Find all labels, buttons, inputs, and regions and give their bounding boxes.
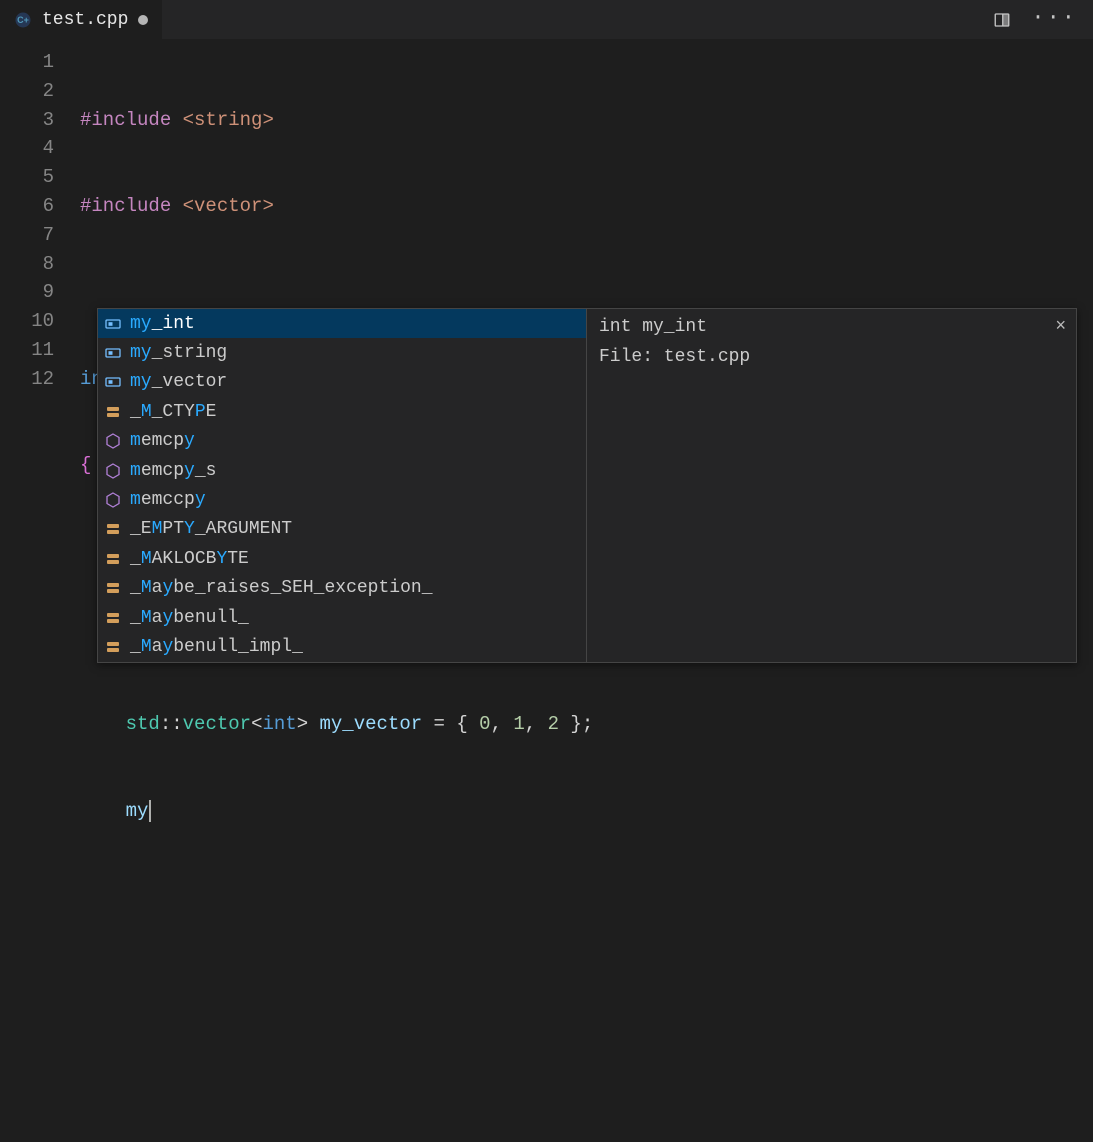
suggest-doc: File: test.cpp <box>599 347 1064 367</box>
suggest-widget: my_int my_string my_vector _M_CTYPEmemcpy me… <box>97 308 1077 663</box>
editor-tab[interactable]: C+ test.cpp <box>0 0 162 39</box>
suggest-item-label: memccpy <box>130 490 206 510</box>
tab-bar: C+ test.cpp ··· <box>0 0 1093 40</box>
svg-text:C+: C+ <box>17 15 29 25</box>
dirty-indicator-icon <box>138 15 148 25</box>
line-number: 2 <box>0 77 54 106</box>
cpp-file-icon: C+ <box>14 11 32 29</box>
line-number: 12 <box>0 365 54 394</box>
line-number: 10 <box>0 307 54 336</box>
line-number-gutter: 1 2 3 4 5 6 7 8 9 10 11 12 <box>0 48 80 662</box>
function-icon <box>104 462 122 480</box>
token: { <box>456 713 467 735</box>
suggest-details: × int my_int File: test.cpp <box>587 308 1077 663</box>
token: } <box>570 713 581 735</box>
suggest-item-label: my_vector <box>130 372 227 392</box>
close-icon[interactable]: × <box>1055 315 1066 336</box>
token: 2 <box>548 713 559 735</box>
token: , <box>491 713 502 735</box>
suggest-item[interactable]: _MAKLOCBYTE <box>98 544 586 573</box>
constant-icon <box>104 403 122 421</box>
text-cursor <box>149 800 151 822</box>
split-editor-icon[interactable] <box>993 11 1011 29</box>
token: > <box>297 713 308 735</box>
suggest-item-label: _Maybenull_impl_ <box>130 637 303 657</box>
line-number: 9 <box>0 278 54 307</box>
constant-icon <box>104 579 122 597</box>
suggest-item-label: _Maybenull_ <box>130 608 249 628</box>
function-icon <box>104 432 122 450</box>
line-number: 6 <box>0 192 54 221</box>
line-number: 1 <box>0 48 54 77</box>
suggest-item[interactable]: memcpy_s <box>98 456 586 485</box>
token: < <box>251 713 262 735</box>
token: #include <box>80 195 171 217</box>
suggest-item-label: memcpy <box>130 431 195 451</box>
line-number: 5 <box>0 163 54 192</box>
suggest-item-label: _MAKLOCBYTE <box>130 549 249 569</box>
token: 0 <box>479 713 490 735</box>
suggest-signature: int my_int <box>599 317 1064 337</box>
suggest-item[interactable]: memcpy <box>98 427 586 456</box>
suggest-item[interactable]: _Maybenull_ <box>98 603 586 632</box>
suggest-item-label: _Maybe_raises_SEH_exception_ <box>130 578 433 598</box>
variable-icon <box>104 315 122 333</box>
suggest-item-label: my_string <box>130 343 227 363</box>
token: <vector> <box>183 195 274 217</box>
token: , <box>525 713 536 735</box>
suggest-item-label: _M_CTYPE <box>130 402 216 422</box>
line-number: 7 <box>0 221 54 250</box>
token: vector <box>183 713 251 735</box>
token: 1 <box>513 713 524 735</box>
suggest-item[interactable]: _Maybenull_impl_ <box>98 632 586 661</box>
variable-icon <box>104 344 122 362</box>
editor-actions: ··· <box>977 7 1093 33</box>
token: std <box>126 713 160 735</box>
suggest-item[interactable]: my_int <box>98 309 586 338</box>
tab-filename: test.cpp <box>42 10 128 30</box>
constant-icon <box>104 609 122 627</box>
suggest-item-label: my_int <box>130 314 195 334</box>
line-number: 4 <box>0 134 54 163</box>
typed-text: my <box>126 800 149 822</box>
suggest-item[interactable]: _EMPTY_ARGUMENT <box>98 515 586 544</box>
token: int <box>262 713 296 735</box>
token: ; <box>582 713 593 735</box>
line-number: 11 <box>0 336 54 365</box>
variable-icon <box>104 373 122 391</box>
token: <string> <box>183 109 274 131</box>
suggest-item[interactable]: my_string <box>98 338 586 367</box>
line-number: 3 <box>0 106 54 135</box>
token: my_vector <box>320 713 423 735</box>
token: :: <box>160 713 183 735</box>
more-actions-icon[interactable]: ··· <box>1031 7 1077 33</box>
suggest-item-label: memcpy_s <box>130 461 216 481</box>
token: #include <box>80 109 171 131</box>
constant-icon <box>104 520 122 538</box>
constant-icon <box>104 550 122 568</box>
suggest-item[interactable]: _Maybe_raises_SEH_exception_ <box>98 574 586 603</box>
constant-icon <box>104 638 122 656</box>
function-icon <box>104 491 122 509</box>
suggest-item[interactable]: _M_CTYPE <box>98 397 586 426</box>
suggest-item[interactable]: my_vector <box>98 368 586 397</box>
suggest-item[interactable]: memccpy <box>98 485 586 514</box>
suggest-list[interactable]: my_int my_string my_vector _M_CTYPEmemcpy me… <box>97 308 587 663</box>
token: { <box>80 454 91 476</box>
line-number: 8 <box>0 250 54 279</box>
token: = <box>422 713 456 735</box>
suggest-item-label: _EMPTY_ARGUMENT <box>130 519 292 539</box>
